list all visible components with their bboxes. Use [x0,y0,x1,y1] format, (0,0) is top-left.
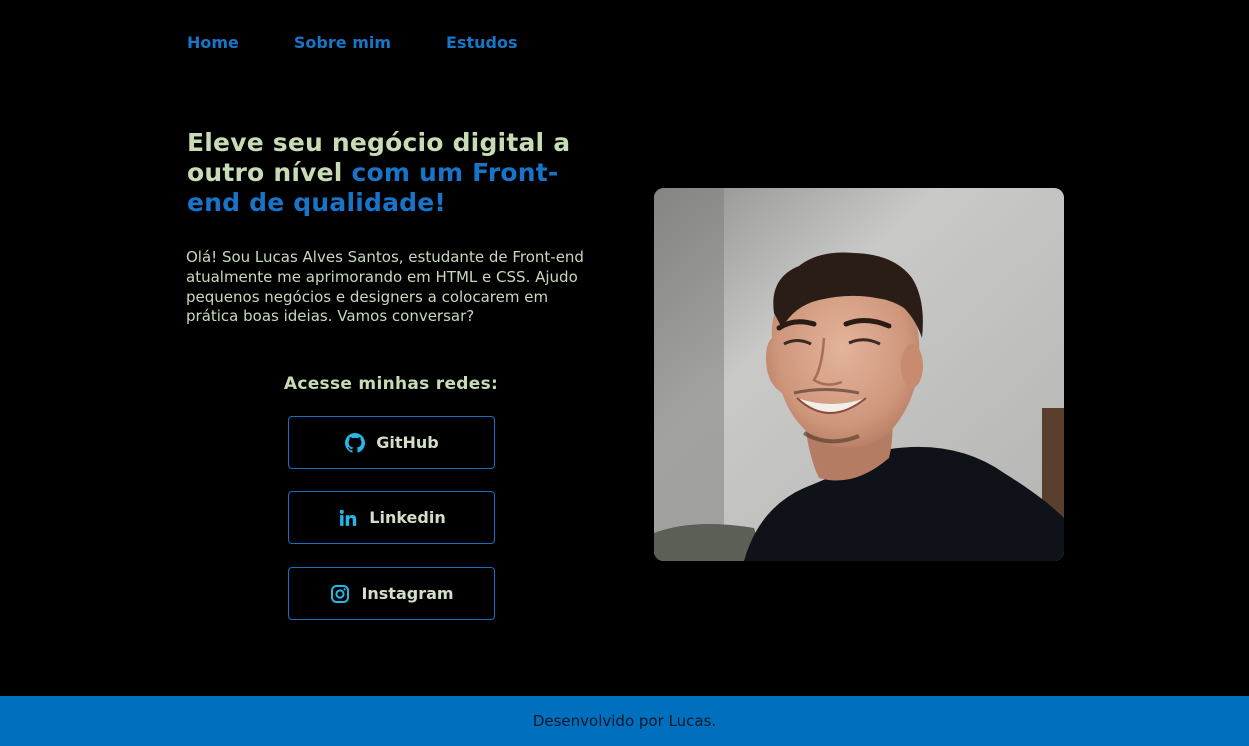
github-label: GitHub [376,433,439,452]
nav-estudos-link[interactable]: Estudos [446,33,517,53]
linkedin-icon [337,507,359,529]
github-icon [344,432,366,454]
github-button[interactable]: GitHub [288,416,495,469]
linkedin-button[interactable]: Linkedin [288,491,495,544]
hero-intro: Olá! Sou Lucas Alves Santos, estudante d… [186,248,584,326]
nav-home-link[interactable]: Home [187,33,239,53]
top-nav: Home Sobre mim Estudos [187,33,517,53]
socials-title: Acesse minhas redes: [283,374,499,394]
footer: Desenvolvido por Lucas. [0,696,1249,746]
nav-sobre-mim-link[interactable]: Sobre mim [294,33,391,53]
profile-photo [654,188,1064,561]
instagram-icon [329,583,351,605]
page: Home Sobre mim Estudos Eleve seu negócio… [0,0,1249,746]
footer-text: Desenvolvido por Lucas. [532,712,717,730]
instagram-button[interactable]: Instagram [288,567,495,620]
hero-headline: Eleve seu negócio digital a outro nível … [187,128,607,218]
linkedin-label: Linkedin [369,508,446,527]
instagram-label: Instagram [361,584,454,603]
